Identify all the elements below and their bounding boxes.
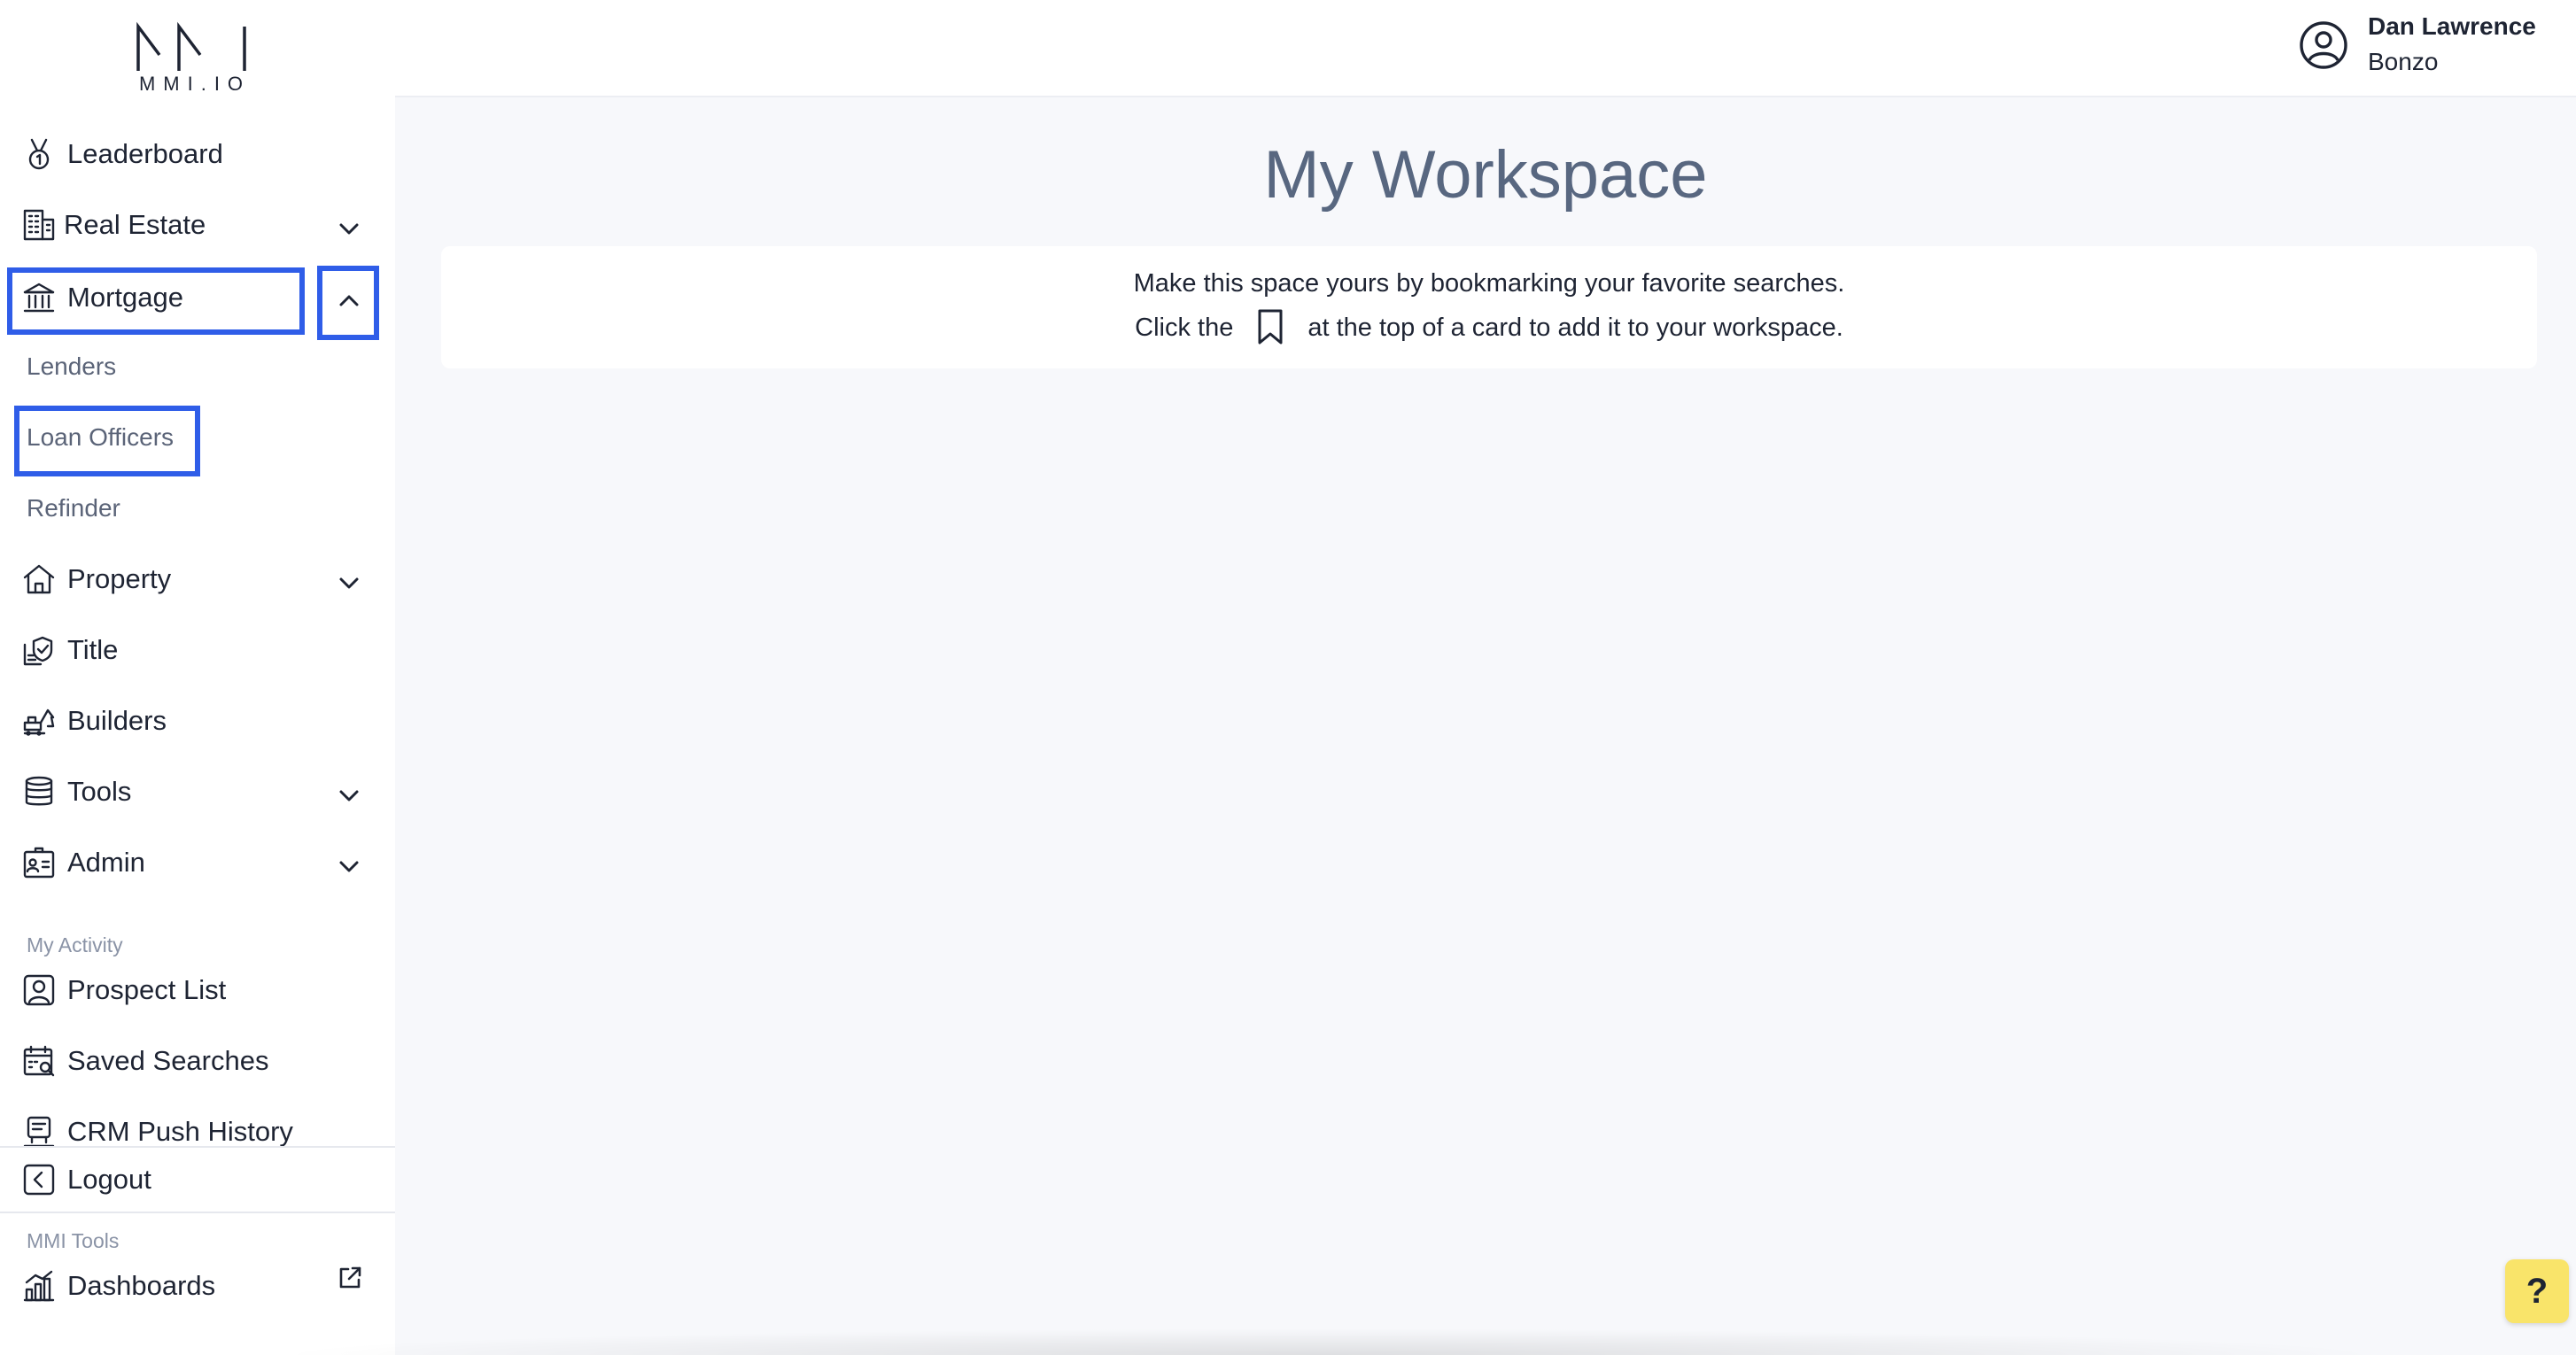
sidebar-item-dashboards[interactable]: Dashboards bbox=[19, 1259, 215, 1312]
my-activity-section-label: My Activity bbox=[27, 933, 123, 956]
sidebar-item-prospect-list[interactable]: Prospect List bbox=[19, 964, 226, 1017]
user-org: Bonzo bbox=[2368, 48, 2439, 75]
tools-expand-chevron-down-icon[interactable] bbox=[331, 778, 367, 813]
logout-icon bbox=[19, 1160, 58, 1199]
sidebar-item-label: Dashboards bbox=[67, 1270, 216, 1301]
hint-text-before: Click the bbox=[1135, 313, 1234, 342]
house-icon bbox=[19, 560, 58, 599]
sidebar-item-builders[interactable]: Builders bbox=[19, 694, 167, 747]
sidebar-item-label: Builders bbox=[67, 705, 167, 736]
sidebar-item-label: Leaderboard bbox=[67, 138, 223, 169]
sidebar-subitem-refinder[interactable]: Refinder bbox=[27, 494, 120, 523]
sidebar-divider bbox=[0, 1146, 395, 1148]
sidebar-subitem-lenders[interactable]: Lenders bbox=[27, 352, 116, 381]
workspace-hint-line-1: Make this space yours by bookmarking you… bbox=[1133, 269, 1845, 298]
external-link-icon[interactable] bbox=[337, 1265, 367, 1295]
bar-chart-icon bbox=[19, 1266, 58, 1305]
sidebar-item-label: Admin bbox=[67, 847, 145, 878]
sidebar-item-label: Property bbox=[67, 563, 172, 594]
loan-officers-highlight-box bbox=[14, 406, 200, 476]
id-card-icon bbox=[19, 843, 58, 882]
mortgage-chevron-highlight-box bbox=[317, 266, 379, 340]
sidebar-item-label: Prospect List bbox=[67, 974, 227, 1005]
logout-button[interactable]: Logout bbox=[19, 1153, 151, 1206]
mmi-logo[interactable]: MMI.IO bbox=[133, 21, 257, 101]
mortgage-highlight-box bbox=[7, 267, 305, 335]
workspace-empty-card: Make this space yours by bookmarking you… bbox=[441, 246, 2537, 368]
sidebar-item-label: Saved Searches bbox=[67, 1045, 269, 1076]
medal-icon bbox=[19, 135, 58, 174]
mmi-logo-mark bbox=[136, 21, 246, 71]
sidebar-item-label: Title bbox=[67, 634, 119, 665]
hint-text-after: at the top of a card to add it to your w… bbox=[1307, 313, 1843, 342]
prospect-icon bbox=[19, 971, 58, 1010]
property-expand-chevron-down-icon[interactable] bbox=[331, 565, 367, 600]
page-title: My Workspace bbox=[1263, 137, 1708, 213]
sidebar-divider bbox=[0, 1212, 395, 1213]
sidebar-item-label: Tools bbox=[67, 776, 132, 807]
bottom-shadow bbox=[266, 1328, 2392, 1355]
sidebar: MMI.IO Leaderboard Real Estate Mortgage … bbox=[0, 0, 395, 1355]
admin-expand-chevron-down-icon[interactable] bbox=[331, 848, 367, 884]
user-circle-icon[interactable] bbox=[2298, 19, 2351, 73]
top-bar bbox=[395, 0, 2576, 97]
mmi-tools-section-label: MMI Tools bbox=[27, 1229, 120, 1252]
title-shield-icon bbox=[19, 631, 58, 670]
bookmark-icon bbox=[1253, 308, 1288, 347]
sidebar-item-label: CRM Push History bbox=[67, 1116, 293, 1147]
logo-text: MMI.IO bbox=[138, 73, 252, 95]
sidebar-item-crm-push-history[interactable]: CRM Push History bbox=[19, 1105, 293, 1158]
sidebar-item-saved-searches[interactable]: Saved Searches bbox=[19, 1034, 268, 1088]
sidebar-item-tools[interactable]: Tools bbox=[19, 765, 131, 818]
sidebar-item-admin[interactable]: Admin bbox=[19, 836, 145, 889]
building-icon bbox=[19, 205, 58, 244]
calendar-search-icon bbox=[19, 1041, 58, 1080]
user-name[interactable]: Dan Lawrence bbox=[2368, 12, 2536, 41]
help-button[interactable]: ? bbox=[2505, 1259, 2569, 1323]
real-estate-expand-chevron-down-icon[interactable] bbox=[331, 211, 367, 246]
sidebar-item-property[interactable]: Property bbox=[19, 553, 171, 606]
sidebar-item-leaderboard[interactable]: Leaderboard bbox=[19, 128, 223, 181]
sidebar-item-label: Real Estate bbox=[64, 209, 206, 240]
sidebar-item-real-estate[interactable]: Real Estate bbox=[19, 198, 206, 252]
logout-label: Logout bbox=[67, 1164, 151, 1195]
sidebar-item-title[interactable]: Title bbox=[19, 623, 118, 677]
database-icon bbox=[19, 772, 58, 811]
workspace-hint-line-2: Click the at the top of a card to add it… bbox=[441, 308, 2537, 347]
excavator-icon bbox=[19, 701, 58, 740]
